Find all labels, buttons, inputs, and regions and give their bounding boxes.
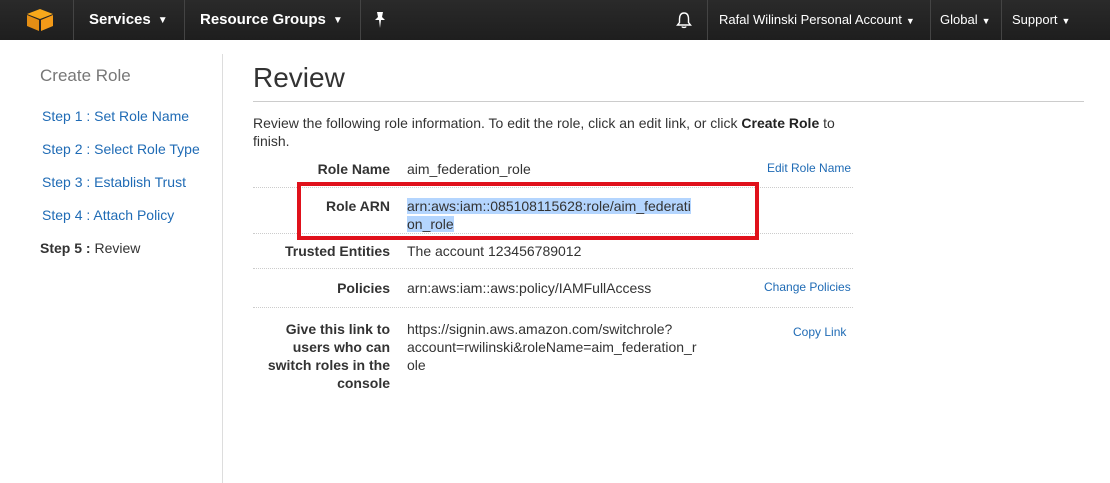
change-policies-link[interactable]: Change Policies [764, 280, 851, 294]
switch-role-label-line-2: users who can [292, 339, 390, 355]
support-label: Support [1012, 12, 1058, 27]
nav-separator [707, 0, 708, 40]
services-menu[interactable]: Services ▼ [89, 0, 168, 40]
sidebar-step-3-link[interactable]: Step 3 : Establish Trust [42, 174, 186, 190]
switch-role-url-line-2: account=rwilinski&roleName=aim_federatio… [407, 339, 697, 355]
nav-separator [1001, 0, 1002, 40]
role-name-label: Role Name [317, 161, 390, 177]
switch-role-url-line-3: ole [407, 357, 426, 373]
trusted-entities-value: The account 123456789012 [407, 243, 582, 259]
sidebar-step-1-link[interactable]: Step 1 : Set Role Name [42, 108, 189, 124]
aws-cube-logo-icon[interactable] [25, 8, 55, 32]
account-menu[interactable]: Rafal Wilinski Personal Account ▼ [719, 0, 915, 40]
role-arn-highlight-annotation [297, 182, 759, 240]
sidebar-step-5-current: Step 5 : Review [40, 240, 140, 256]
row-divider [253, 268, 853, 269]
nav-separator [184, 0, 185, 40]
chevron-down-icon: ▼ [1061, 16, 1071, 26]
resource-groups-label: Resource Groups [200, 11, 326, 28]
sidebar-divider [222, 54, 223, 483]
nav-separator [73, 0, 74, 40]
sidebar-step-4-link[interactable]: Step 4 : Attach Policy [42, 207, 174, 223]
pin-icon[interactable] [372, 11, 388, 29]
trusted-entities-label: Trusted Entities [284, 243, 390, 259]
intro-text-start: Review the following role information. T… [253, 115, 742, 131]
chevron-down-icon: ▼ [332, 15, 343, 26]
resource-groups-menu[interactable]: Resource Groups ▼ [200, 0, 343, 40]
sidebar-step-5-prefix: Step 5 : [40, 240, 91, 256]
services-label: Services [89, 11, 151, 28]
chevron-down-icon: ▼ [157, 15, 168, 26]
role-name-value: aim_federation_role [407, 161, 531, 177]
copy-link-button[interactable]: Copy Link [793, 325, 846, 339]
sidebar-step-2-link[interactable]: Step 2 : Select Role Type [42, 141, 200, 157]
sidebar-title: Create Role [40, 66, 131, 85]
page-title: Review [253, 62, 345, 93]
top-navigation-bar: Services ▼ Resource Groups ▼ Rafal Wilinsk… [0, 0, 1110, 40]
chevron-down-icon: ▼ [981, 16, 991, 26]
switch-role-url-value[interactable]: https://signin.aws.amazon.com/switchrole… [407, 320, 696, 374]
switch-role-label-line-4: console [337, 375, 390, 391]
support-menu[interactable]: Support ▼ [1012, 0, 1070, 40]
nav-separator [360, 0, 361, 40]
switch-role-label-line-3: switch roles in the [267, 357, 390, 373]
edit-role-name-link[interactable]: Edit Role Name [767, 161, 851, 175]
row-divider [253, 307, 853, 308]
intro-text: Review the following role information. T… [253, 114, 863, 150]
policies-label: Policies [337, 280, 390, 296]
switch-role-link-label: Give this link to users who can switch r… [268, 320, 390, 392]
nav-separator [930, 0, 931, 40]
bell-icon[interactable] [675, 11, 693, 29]
title-divider [253, 101, 1084, 102]
sidebar-step-5-label: Review [94, 240, 141, 256]
region-label: Global [940, 12, 978, 27]
intro-text-bold: Create Role [741, 115, 820, 131]
region-menu[interactable]: Global ▼ [940, 0, 991, 40]
account-label: Rafal Wilinski Personal Account [719, 12, 902, 27]
switch-role-label-line-1: Give this link to [285, 321, 390, 337]
chevron-down-icon: ▼ [905, 16, 915, 26]
policies-value: arn:aws:iam::aws:policy/IAMFullAccess [407, 280, 652, 296]
switch-role-url-line-1: https://signin.aws.amazon.com/switchrole… [407, 321, 673, 337]
